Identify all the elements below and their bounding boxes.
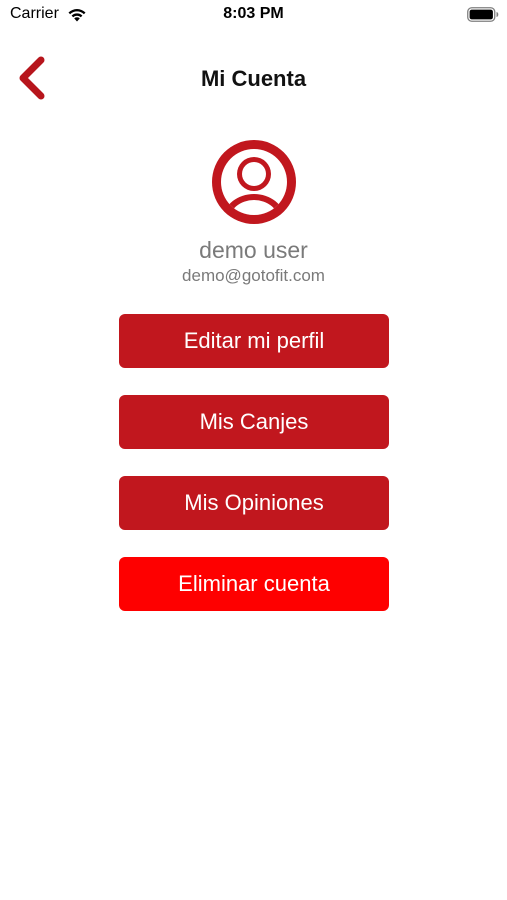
- user-avatar-icon: [212, 140, 296, 224]
- page-title: Mi Cuenta: [200, 66, 307, 91]
- my-reviews-button[interactable]: Mis Opiniones: [119, 476, 389, 530]
- my-account-screen: Carrier 8:03 PM Mi Cuenta demo user demo…: [0, 0, 507, 900]
- edit-profile-button[interactable]: Editar mi perfil: [119, 314, 389, 368]
- my-redemptions-button[interactable]: Mis Canjes: [119, 395, 389, 449]
- delete-account-button[interactable]: Eliminar cuenta: [119, 557, 389, 611]
- user-email: demo@gotofit.com: [182, 266, 325, 285]
- status-time: 8:03 PM: [223, 5, 284, 22]
- status-bar: Carrier 8:03 PM: [0, 0, 507, 30]
- user-name: demo user: [199, 237, 308, 263]
- battery-icon: [467, 7, 499, 22]
